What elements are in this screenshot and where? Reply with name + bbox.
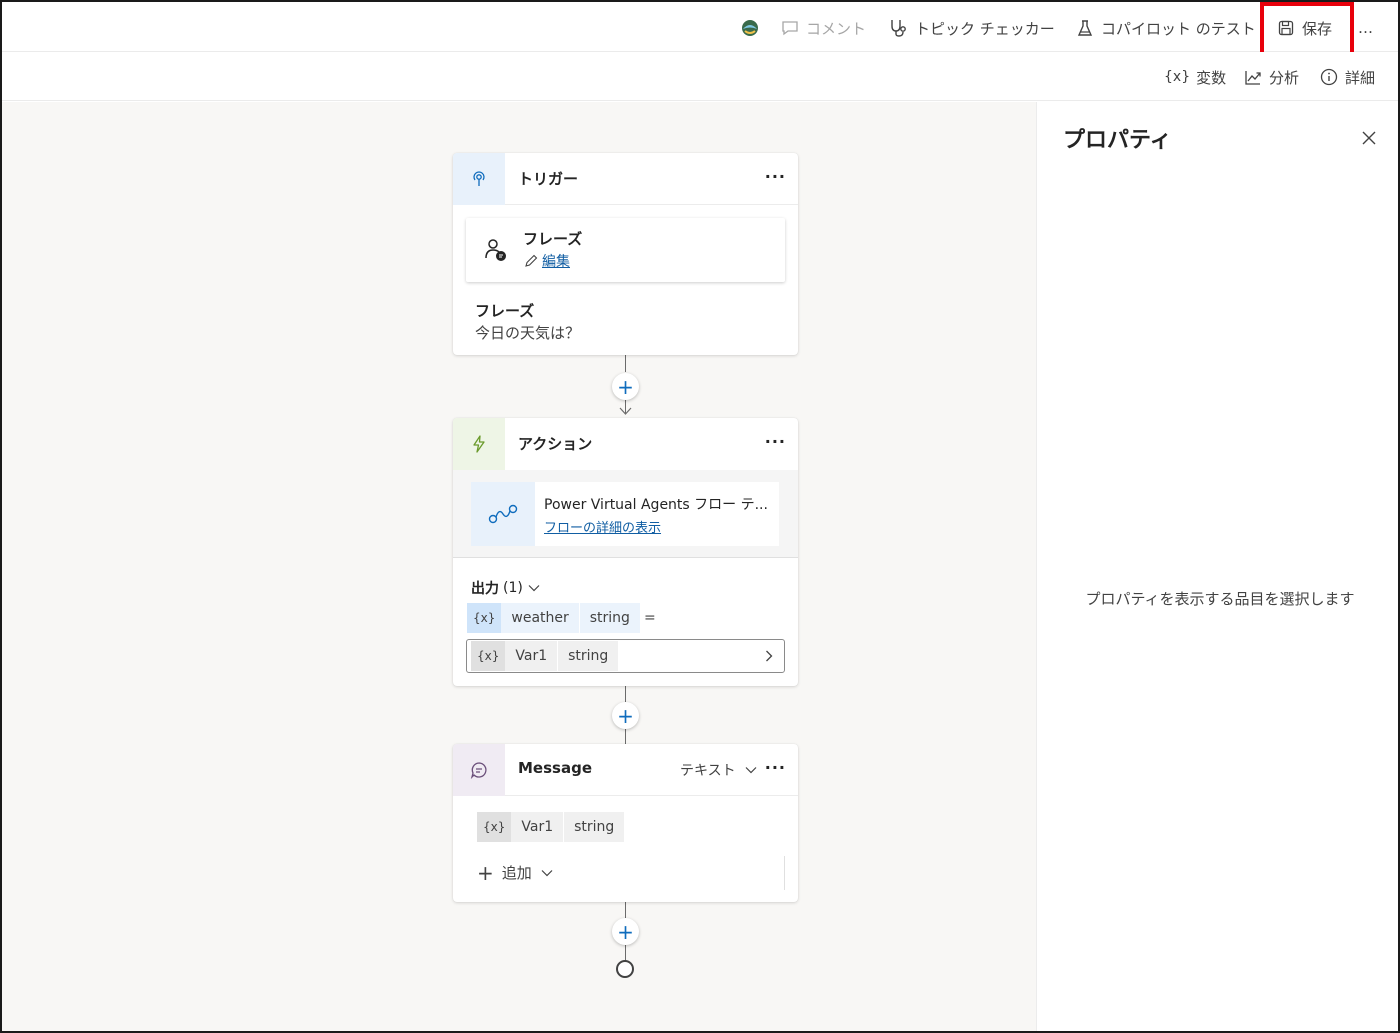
variable-icon: {x}: [477, 812, 512, 842]
phrase-value: 今日の天気は？: [475, 324, 581, 342]
variable-type: string: [578, 603, 640, 633]
end-node-icon: [616, 960, 634, 978]
top-toolbar: コメント トピック チェッカー コパイロット のテスト 保存 …: [2, 2, 1398, 60]
phrase-box-title: フレーズ: [523, 230, 583, 248]
trigger-card[interactable]: トリガー ··· フレーズ 編集 フレーズ 今日の天気は？: [453, 153, 798, 355]
variables-icon: {x}: [1164, 69, 1191, 85]
flow-icon: [471, 482, 535, 546]
secondary-toolbar: {x} 変数 分析 詳細: [2, 52, 1398, 101]
action-more-button[interactable]: ···: [765, 432, 786, 451]
pencil-icon: [525, 254, 538, 267]
phrase-box[interactable]: フレーズ 編集: [466, 218, 785, 282]
variables-button[interactable]: {x} 変数: [1164, 65, 1226, 89]
properties-title: プロパティ: [1063, 128, 1172, 153]
flask-icon: [1077, 20, 1093, 36]
flow-details-link[interactable]: フローの詳細の表示: [544, 517, 661, 536]
variable-type: string: [563, 812, 625, 842]
trigger-more-button[interactable]: ···: [765, 167, 786, 186]
comment-icon: [782, 21, 798, 36]
add-content-button[interactable]: + 追加: [477, 862, 554, 883]
assign-variable-picker[interactable]: {x} Var1 string: [466, 639, 785, 673]
action-card[interactable]: アクション ··· Power Virtual Agents フロー テ... …: [453, 418, 798, 686]
chevron-down-icon: [528, 585, 540, 592]
connector-line: [625, 945, 626, 961]
details-label: 詳細: [1345, 68, 1376, 87]
test-copilot-button[interactable]: コパイロット のテスト: [1075, 16, 1256, 40]
close-icon[interactable]: [1359, 128, 1379, 148]
chevron-down-icon: [745, 767, 757, 774]
more-icon: …: [1358, 19, 1373, 37]
app-frame: コメント トピック チェッカー コパイロット のテスト 保存 … {x} 変数 …: [0, 0, 1400, 1033]
flow-box[interactable]: Power Virtual Agents フロー テ... フローの詳細の表示: [471, 482, 779, 546]
plus-icon: +: [617, 374, 634, 399]
chart-trend-icon: [1245, 71, 1261, 85]
stethoscope-icon: [891, 20, 906, 37]
message-more-button[interactable]: ···: [765, 758, 786, 777]
plus-icon: +: [617, 919, 634, 944]
variable-name: Var1: [511, 812, 564, 842]
chevron-down-icon: [541, 869, 553, 876]
connector-line: [625, 729, 626, 744]
connector-line: [625, 686, 626, 702]
properties-empty-message: プロパティを表示する品目を選択します: [1085, 590, 1355, 608]
output-count: (1): [503, 580, 523, 596]
output-label: 出力: [471, 581, 499, 597]
comment-button[interactable]: コメント: [780, 16, 866, 40]
add-label: 追加: [501, 864, 532, 882]
plus-icon: +: [617, 703, 634, 728]
analytics-button[interactable]: 分析: [1243, 65, 1299, 89]
add-node-button[interactable]: +: [612, 702, 639, 729]
comment-label: コメント: [806, 19, 867, 38]
plus-icon: +: [477, 860, 494, 885]
topic-checker-button[interactable]: トピック チェッカー: [887, 16, 1055, 40]
lightning-icon: [453, 418, 505, 470]
variables-label: 変数: [1196, 68, 1227, 87]
add-node-button[interactable]: +: [612, 918, 639, 945]
variable-icon: {x}: [467, 603, 502, 633]
output-variable-row: {x} weather string =: [467, 603, 656, 633]
chat-bubble-icon: [453, 744, 505, 796]
details-button[interactable]: 詳細: [1319, 65, 1375, 89]
arrow-down-icon: [619, 407, 632, 415]
add-node-button[interactable]: +: [612, 373, 639, 400]
copilot-logo-icon[interactable]: [739, 16, 761, 40]
properties-panel: プロパティ プロパティを表示する品目を選択します: [1036, 102, 1398, 1031]
action-title: アクション: [518, 435, 593, 453]
trigger-icon: [453, 153, 505, 205]
connector-line: [625, 355, 626, 372]
info-icon: [1320, 68, 1338, 86]
output-toggle[interactable]: 出力 (1): [471, 578, 541, 598]
divider: [784, 856, 785, 890]
edit-link[interactable]: 編集: [523, 251, 570, 271]
connector-line: [625, 902, 626, 918]
assign-variable-chip: {x} Var1 string: [471, 641, 619, 671]
variable-icon: {x}: [471, 641, 506, 671]
message-variable-chip[interactable]: {x} Var1 string: [477, 812, 625, 842]
message-card[interactable]: Message テキスト ··· {x} Var1 string + 追加: [453, 744, 798, 902]
trigger-title: トリガー: [518, 170, 579, 188]
test-copilot-label: コパイロット のテスト: [1101, 19, 1256, 38]
chevron-right-icon: [766, 650, 773, 662]
equals-sign: =: [643, 610, 656, 626]
message-mode-label: テキスト: [680, 763, 736, 779]
flow-section: Power Virtual Agents フロー テ... フローの詳細の表示: [453, 470, 798, 558]
output-variable-chip[interactable]: {x} weather string: [467, 603, 640, 633]
topic-checker-label: トピック チェッカー: [915, 19, 1055, 38]
variable-type: string: [557, 641, 619, 671]
more-options-button[interactable]: …: [1358, 16, 1373, 40]
analytics-label: 分析: [1269, 68, 1300, 87]
variable-name: weather: [501, 603, 579, 633]
message-mode-dropdown[interactable]: テキスト: [680, 760, 758, 780]
message-title: Message: [518, 759, 592, 777]
edit-link-label[interactable]: 編集: [542, 251, 570, 271]
phrase-section-label: フレーズ: [475, 302, 535, 320]
person-chat-icon: [485, 239, 506, 261]
flow-name: Power Virtual Agents フロー テ...: [544, 497, 768, 513]
variable-name: Var1: [505, 641, 558, 671]
